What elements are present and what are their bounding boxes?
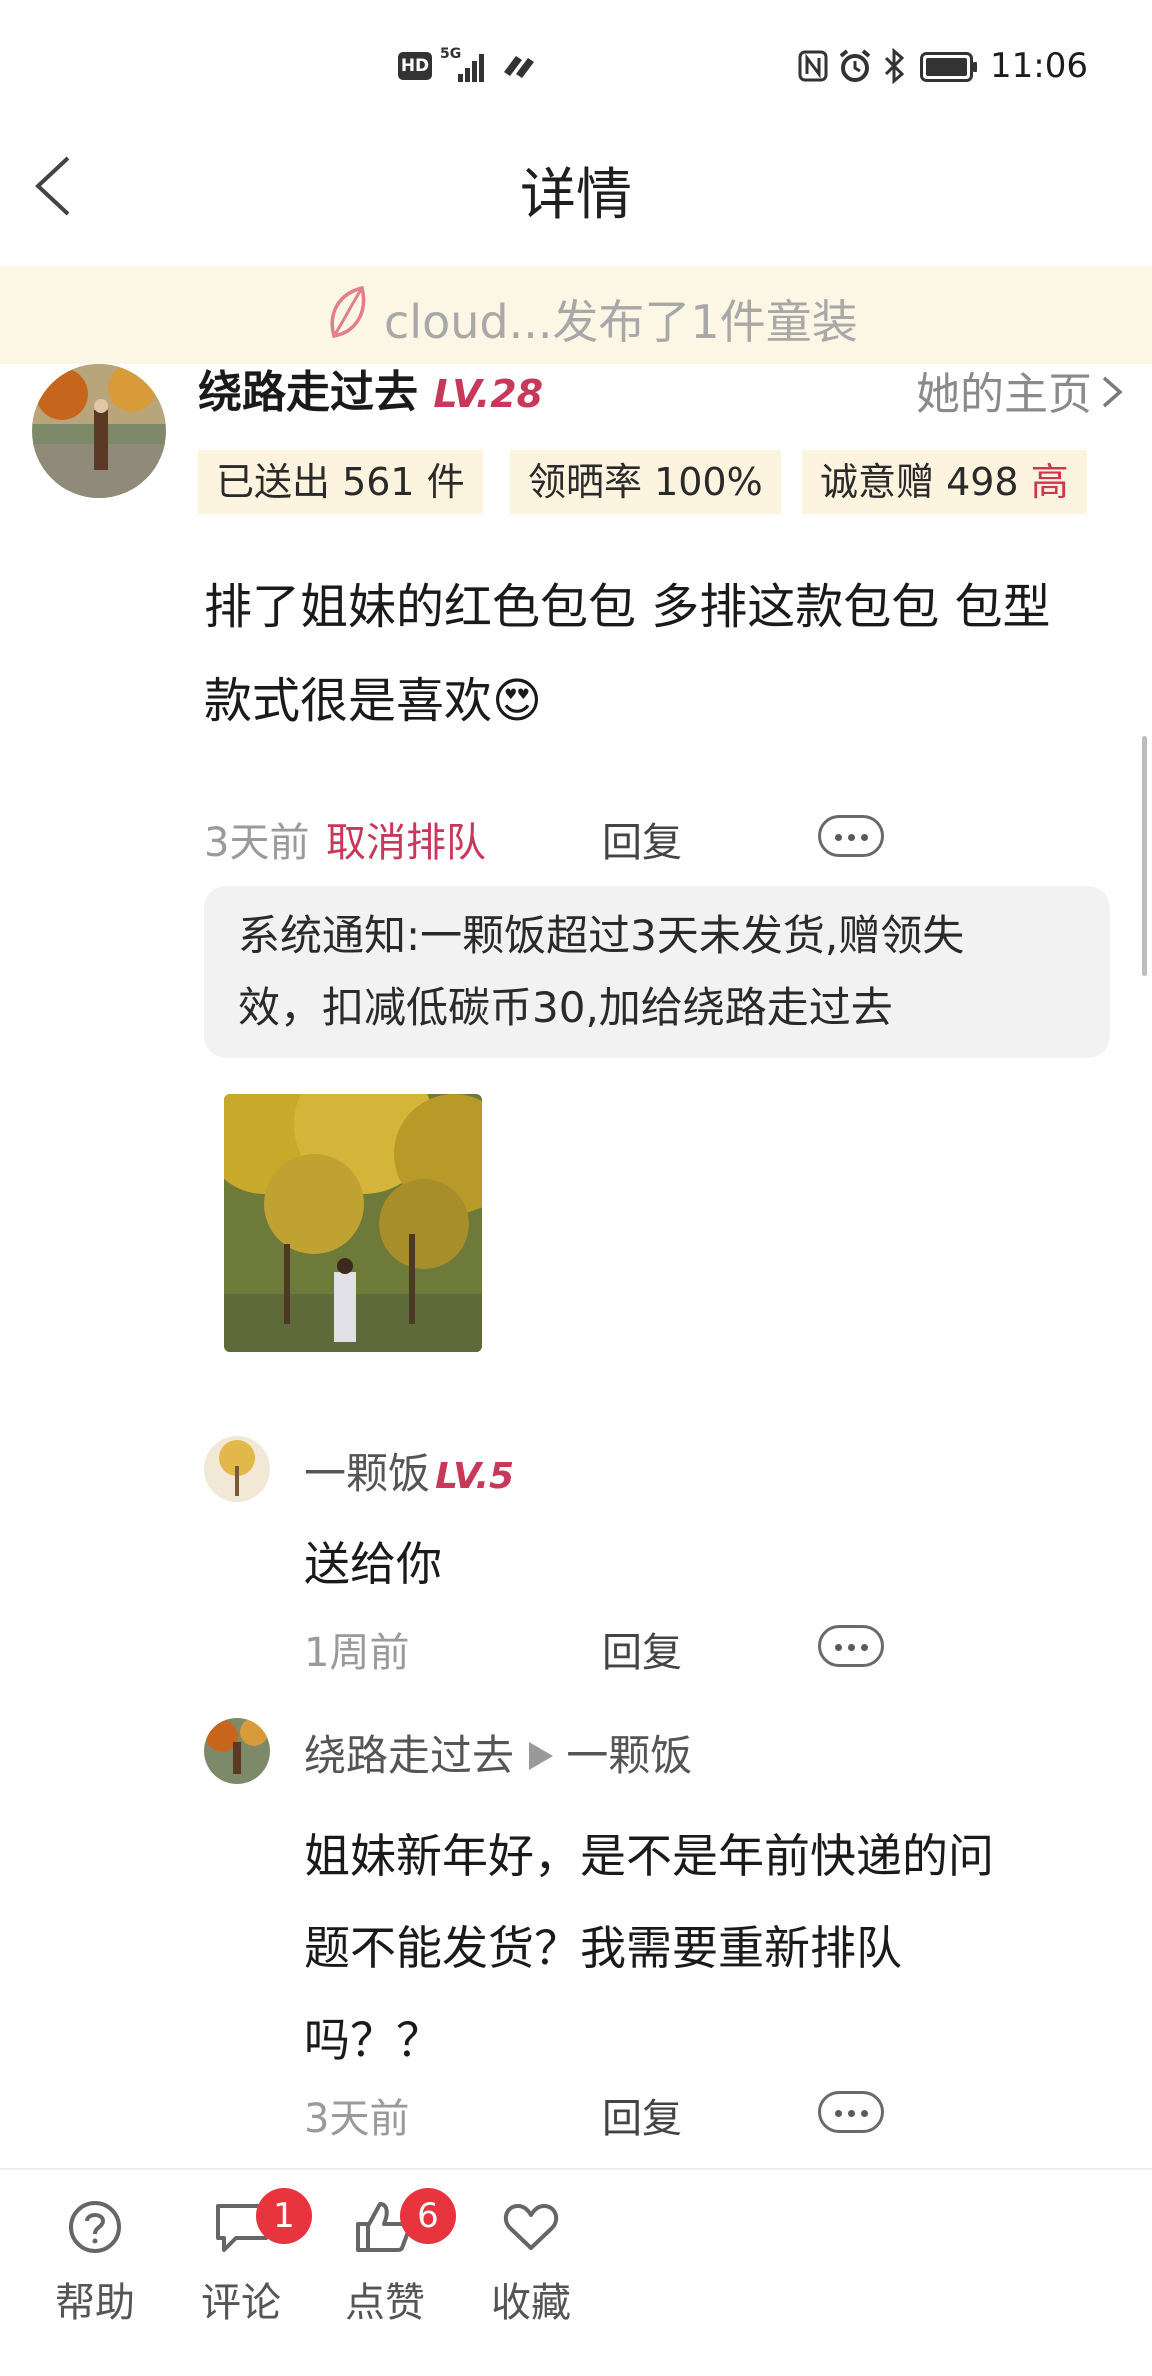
like-count-badge: 6 [400, 2188, 456, 2244]
tab-label[interactable]: 点赞 [330, 2270, 440, 2328]
more-icon[interactable] [818, 815, 884, 857]
tab-favorite[interactable] [476, 2196, 586, 2262]
comment-time: 1周前 [304, 1630, 410, 1676]
comment-line: 吗？？ [304, 2013, 442, 2067]
notice-line: 系统通知:一颗饭超过3天未发货,赠领失 [238, 911, 965, 960]
leaf-icon [322, 282, 378, 342]
avatar[interactable] [32, 364, 166, 498]
post-content: 排了姐妹的红色包包 多排这款包包 包型 款式很是喜欢😍 [204, 560, 1104, 748]
system-notice: 系统通知:一颗饭超过3天未发货,赠领失 效，扣减低碳币30,加给绕路走过去 [204, 886, 1110, 1058]
avatar[interactable] [204, 1718, 270, 1784]
comment-header: 绕路走过去 一颗饭 [304, 1722, 692, 1783]
tab-label[interactable]: 收藏 [476, 2270, 586, 2328]
comment-line: 姐妹新年好，是不是年前快递的问 [304, 1829, 994, 1883]
signal-icon: 5G [440, 46, 490, 84]
homepage-link[interactable]: 她的主页 [916, 358, 1092, 422]
chevron-right-icon[interactable] [1094, 372, 1128, 412]
tab-help[interactable] [40, 2196, 150, 2262]
more-icon[interactable] [818, 1625, 884, 1667]
level-badge: LV.28 [433, 372, 544, 416]
stat-sincerity-label: 诚意赠 498 [820, 460, 1031, 504]
stat-rate: 领晒率 100% [510, 450, 781, 514]
scrollbar[interactable] [1142, 736, 1147, 976]
battery-icon [920, 52, 978, 82]
comment-text: 送给你 [304, 1537, 442, 1591]
alarm-icon [838, 48, 872, 84]
bluetooth-icon [882, 47, 906, 85]
reply-button[interactable]: 回复 [602, 2086, 682, 2144]
comment-text: 姐妹新年好，是不是年前快递的问 题不能发货？我需要重新排队 吗？？ [304, 1810, 994, 2086]
tab-label[interactable]: 评论 [186, 2270, 296, 2328]
link-icon [500, 50, 536, 82]
comment-recipient[interactable]: 一颗饭 [566, 1731, 692, 1780]
comment-header: 一颗饭 LV.5 [304, 1440, 514, 1501]
sincerity-level: 高 [1030, 460, 1069, 504]
comment-line: 题不能发货？我需要重新排队 [304, 1921, 902, 1975]
comment-author[interactable]: 一颗饭 [304, 1449, 430, 1498]
post-line: 款式很是喜欢😍 [204, 673, 543, 729]
comment-time: 3天前 [304, 2096, 410, 2142]
username[interactable]: 绕路走过去 [198, 367, 418, 418]
post-line: 排了姐妹的红色包包 多排这款包包 包型 [204, 579, 1051, 635]
comment-count-badge: 1 [256, 2188, 312, 2244]
nfc-icon [798, 50, 828, 82]
comment-author[interactable]: 绕路走过去 [304, 1731, 514, 1780]
tab-label[interactable]: 帮助 [40, 2270, 150, 2328]
cancel-queue-button[interactable]: 取消排队 [326, 810, 486, 868]
stat-sent: 已送出 561 件 [198, 450, 483, 514]
stat-sincerity: 诚意赠 498 高 [802, 450, 1087, 514]
page-title: 详情 [520, 163, 632, 228]
more-icon[interactable] [818, 2091, 884, 2133]
hd-icon: HD [398, 52, 432, 80]
banner-text: cloud...发布了1件童装 [384, 295, 858, 349]
username-row: 绕路走过去 LV.28 [198, 356, 543, 420]
avatar[interactable] [204, 1436, 270, 1502]
hd-label: HD [400, 56, 430, 76]
post-photo[interactable] [224, 1094, 482, 1352]
notice-line: 效，扣减低碳币30,加给绕路走过去 [238, 983, 893, 1032]
help-icon [69, 2201, 121, 2253]
reply-button[interactable]: 回复 [602, 810, 682, 868]
post-time: 3天前 [204, 820, 310, 866]
reply-button[interactable]: 回复 [602, 1620, 682, 1678]
level-badge: LV.5 [435, 1456, 515, 1497]
heart-icon [503, 2204, 559, 2250]
clock: 11:06 [990, 46, 1088, 86]
arrow-right-icon [529, 1742, 554, 1770]
